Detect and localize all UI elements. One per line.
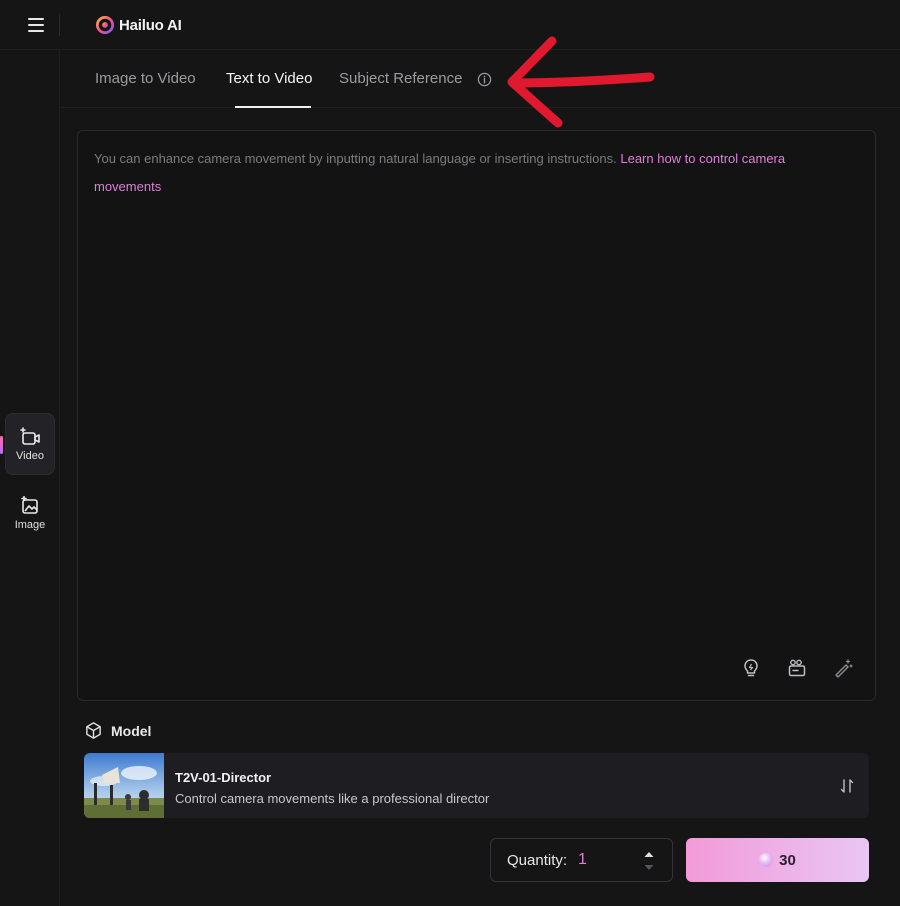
hailuo-logo-icon [96,16,114,34]
left-rail [0,50,60,906]
generate-button[interactable]: 30 [686,838,869,882]
credit-cost: 30 [779,851,796,869]
brand-name: Hailuo AI [119,16,182,34]
model-section-header: Model [84,721,151,740]
swap-arrows-icon[interactable] [839,777,855,795]
tab-subject-reference[interactable]: Subject Reference [339,70,462,87]
hamburger-menu-button[interactable] [20,14,52,36]
active-indicator [0,436,3,454]
placeholder-text: You can enhance camera movement by input… [94,151,617,166]
mode-tabs: Image to Video Text to Video Subject Ref… [60,50,900,108]
quantity-stepper[interactable]: Quantity: 1 [490,838,673,882]
prompt-textarea[interactable]: You can enhance camera movement by input… [77,130,876,701]
quantity-label: Quantity: [507,852,568,869]
model-selector[interactable]: T2V-01-Director Control camera movements… [84,753,869,818]
rail-item-label: Video [16,449,44,462]
model-description: Control camera movements like a professi… [175,791,490,806]
rail-item-video[interactable]: Video [5,413,55,475]
magic-wand-icon[interactable] [831,656,855,680]
info-icon[interactable] [477,72,492,87]
lightbulb-icon[interactable] [739,656,763,680]
camera-clapper-icon[interactable] [785,656,809,680]
active-tab-underline [235,106,311,108]
stepper-arrows-icon[interactable] [642,847,656,875]
brand[interactable]: Hailuo AI [96,13,182,37]
divider [59,14,60,36]
tab-text-to-video[interactable]: Text to Video [226,70,312,87]
prompt-placeholder: You can enhance camera movement by input… [94,145,854,201]
tab-image-to-video[interactable]: Image to Video [95,70,196,87]
prompt-toolbar [739,656,855,680]
top-bar: Hailuo AI [0,0,900,50]
credit-coin-icon [759,853,774,867]
app-window: Hailuo AI Video Image Image to Video Tex… [0,0,900,906]
rail-item-image[interactable]: Image [5,482,55,544]
video-plus-icon [20,426,40,445]
image-plus-icon [21,495,38,514]
quantity-value[interactable]: 1 [578,851,587,869]
model-name: T2V-01-Director [175,770,272,785]
rail-item-label: Image [14,518,46,531]
model-thumbnail [84,753,164,818]
model-section-label: Model [111,722,152,739]
cube-icon [86,722,101,739]
